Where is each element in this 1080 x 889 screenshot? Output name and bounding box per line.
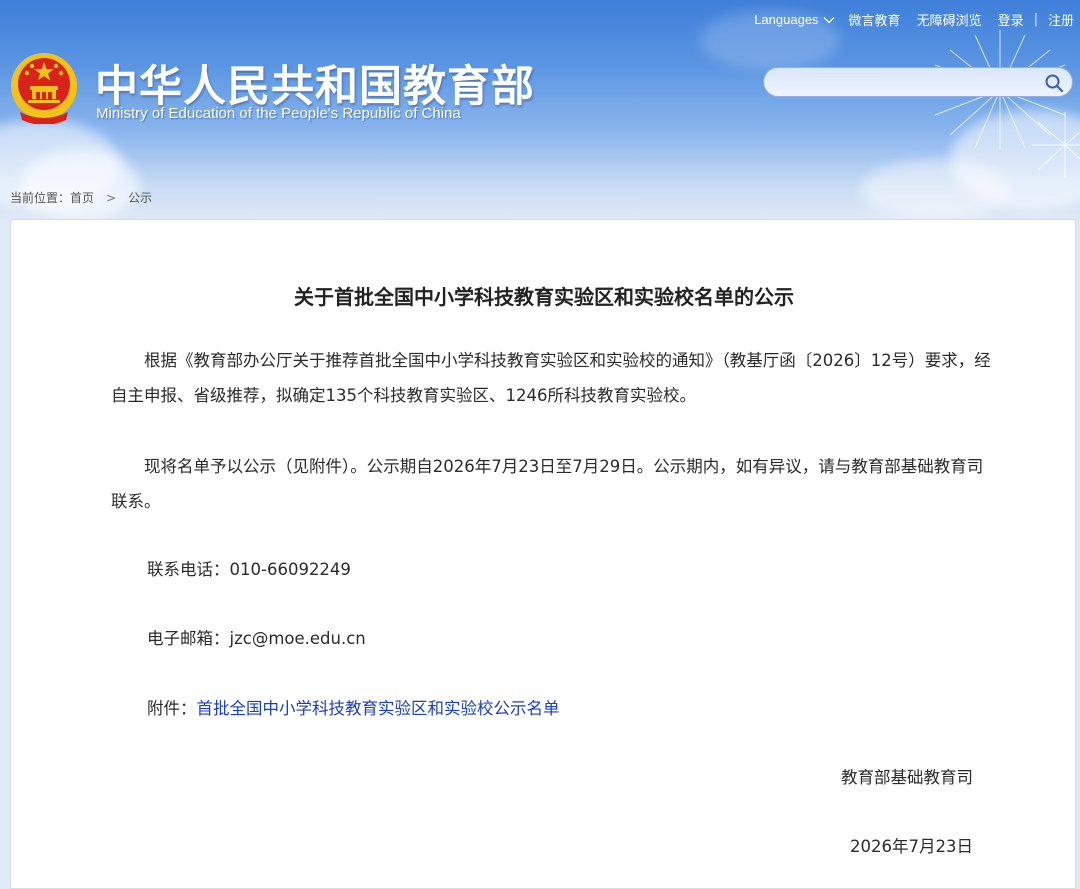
article-paragraph: 现将名单予以公示（见附件）。公示期自2026年7月23日至7月29日。公示期内，…	[111, 457, 984, 511]
breadcrumb-home-link[interactable]: 首页	[70, 189, 94, 206]
email-value: jzc@moe.edu.cn	[229, 629, 366, 648]
languages-menu[interactable]: Languages	[754, 12, 818, 27]
article-paragraph: 根据《教育部办公厅关于推荐首批全国中小学科技教育实验区和实验校的通知》（教基厅函…	[111, 351, 991, 405]
national-emblem-icon	[11, 53, 77, 124]
article-title: 关于首批全国中小学科技教育实验区和实验校名单的公示	[294, 285, 794, 309]
article-panel: 关于首批全国中小学科技教育实验区和实验校名单的公示 根据《教育部办公厅关于推荐首…	[10, 219, 1076, 889]
search-box	[763, 67, 1073, 97]
cloud-decoration	[860, 160, 1010, 220]
chevron-down-icon[interactable]	[823, 16, 835, 24]
nav-separator: |	[1033, 12, 1038, 27]
contact-email: 电子邮箱：jzc@moe.edu.cn	[147, 625, 366, 649]
attachment: 附件：首批全国中小学科技教育实验区和实验校公示名单	[147, 695, 560, 719]
cloud-decoration	[20, 150, 140, 220]
register-link[interactable]: 注册	[1048, 10, 1074, 29]
breadcrumb: 当前位置：首页 > 公示	[10, 189, 152, 206]
attachment-link[interactable]: 首批全国中小学科技教育实验区和实验校公示名单	[197, 699, 560, 718]
dandelion-decoration	[1032, 112, 1080, 178]
breadcrumb-arrow-icon: >	[106, 191, 117, 205]
site-subtitle: Ministry of Education of the People's Re…	[96, 105, 461, 122]
email-label: 电子邮箱：	[147, 629, 230, 648]
attachment-label: 附件：	[147, 699, 197, 718]
top-navigation: Languages 微言教育 无障碍浏览 登录 | 注册	[754, 10, 1074, 29]
publish-date: 2026年7月23日	[850, 837, 973, 856]
weiyan-link[interactable]: 微言教育	[849, 10, 901, 29]
breadcrumb-current[interactable]: 公示	[128, 189, 152, 206]
site-header: 中华人民共和国教育部 Ministry of Education of the …	[0, 0, 1080, 220]
phone-label: 联系电话：	[147, 560, 230, 579]
search-input[interactable]	[776, 72, 1040, 94]
contact-phone: 联系电话：010-66092249	[147, 556, 351, 580]
signature: 教育部基础教育司	[841, 768, 973, 787]
accessible-browse-link[interactable]: 无障碍浏览	[917, 10, 982, 29]
search-icon[interactable]	[1044, 73, 1064, 93]
breadcrumb-label: 当前位置：	[10, 191, 71, 205]
phone-value: 010-66092249	[229, 560, 351, 579]
login-link[interactable]: 登录	[998, 10, 1024, 29]
